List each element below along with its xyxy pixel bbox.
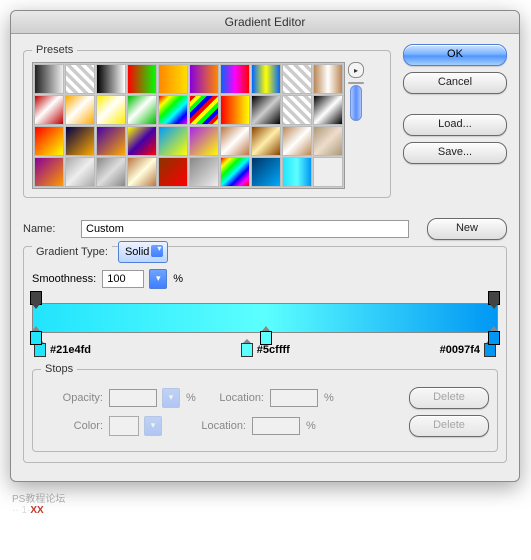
presets-flyout-icon[interactable]: ▸ [348,62,364,78]
opacity-label: Opacity: [41,392,103,404]
preset-swatch[interactable] [96,95,126,125]
opacity-delete-button: Delete [409,387,489,409]
smoothness-dropdown-icon[interactable]: ▾ [149,269,167,289]
presets-grid[interactable] [32,62,345,189]
preset-swatch[interactable] [65,95,95,125]
cancel-button[interactable]: Cancel [403,72,507,94]
stop-hex-middle: #5cffff [257,344,290,356]
preset-swatch[interactable] [96,126,126,156]
preset-swatch[interactable] [127,157,157,187]
name-label: Name: [23,223,75,235]
preset-swatch[interactable] [220,64,250,94]
smoothness-label: Smoothness: [32,273,96,285]
presets-legend: Presets [32,44,77,56]
color-location-input [252,417,300,435]
preset-swatch[interactable] [65,126,95,156]
name-input[interactable] [81,220,409,238]
preset-swatch[interactable] [65,157,95,187]
preset-swatch[interactable] [282,64,312,94]
smoothness-input[interactable] [102,270,144,288]
color-stop[interactable] [260,331,272,345]
preset-swatch[interactable] [127,95,157,125]
opacity-stop[interactable] [30,291,42,305]
opacity-input [109,389,157,407]
preset-swatch[interactable] [313,64,343,94]
preset-swatch[interactable] [189,157,219,187]
title-bar[interactable]: Gradient Editor [11,11,519,34]
preset-swatch[interactable] [96,64,126,94]
opacity-location-input [270,389,318,407]
color-stop[interactable] [488,331,500,345]
preset-swatch[interactable] [34,95,64,125]
preset-swatch[interactable] [282,95,312,125]
preset-swatch[interactable] [251,64,281,94]
opacity-stop[interactable] [488,291,500,305]
stop-swatch-icon [241,343,253,357]
preset-swatch[interactable] [313,157,343,187]
preset-swatch[interactable] [313,95,343,125]
preset-swatch[interactable] [220,157,250,187]
preset-swatch[interactable] [251,157,281,187]
preset-swatch[interactable] [313,126,343,156]
preset-swatch[interactable] [158,157,188,187]
gradient-type-select[interactable]: Solid [118,241,168,263]
gradient-bar[interactable] [32,303,498,333]
stop-hex-right: #0097f4 [440,344,480,356]
stops-group: Stops Opacity: ▾ % Location: % Delete Co… [32,363,498,452]
load-button[interactable]: Load... [403,114,507,136]
preset-swatch[interactable] [158,95,188,125]
watermark-xx: XX [30,505,43,516]
opacity-dropdown-icon: ▾ [162,388,180,408]
new-button[interactable]: New [427,218,507,240]
gradient-type-label: Gradient Type: [32,246,112,258]
preset-swatch[interactable] [282,157,312,187]
gradient-editor-dialog: Gradient Editor Presets [10,10,520,482]
preset-swatch[interactable] [34,157,64,187]
preset-swatch[interactable] [127,126,157,156]
preset-swatch[interactable] [189,95,219,125]
color-dropdown-icon: ▾ [144,416,162,436]
color-swatch [109,416,139,436]
percent-sign: % [306,420,318,432]
preset-swatch[interactable] [251,126,281,156]
preset-swatch[interactable] [189,126,219,156]
scroll-thumb[interactable] [350,85,362,121]
color-stop[interactable] [30,331,42,345]
stop-swatch-icon [34,343,46,357]
percent-sign: % [186,392,198,404]
percent-sign: % [173,273,183,285]
preset-swatch[interactable] [251,95,281,125]
preset-swatch[interactable] [282,126,312,156]
preset-swatch[interactable] [220,126,250,156]
location-label: Location: [186,420,246,432]
color-label: Color: [41,420,103,432]
presets-scrollbar[interactable] [348,82,364,84]
ok-button[interactable]: OK [403,44,507,66]
window-title: Gradient Editor [225,15,306,29]
preset-swatch[interactable] [34,126,64,156]
preset-swatch[interactable] [34,64,64,94]
preset-swatch[interactable] [220,95,250,125]
gradient-type-value: Solid [125,246,149,258]
stop-hex-left: #21e4fd [50,344,91,356]
preset-swatch[interactable] [189,64,219,94]
presets-group: Presets [23,44,391,198]
percent-sign: % [324,392,336,404]
preset-swatch[interactable] [158,64,188,94]
preset-swatch[interactable] [96,157,126,187]
stop-swatch-icon [484,343,496,357]
preset-swatch[interactable] [127,64,157,94]
preset-swatch[interactable] [158,126,188,156]
watermark: PS教程论坛 ·· 1·XX [10,488,521,516]
stops-legend: Stops [41,363,77,375]
color-delete-button: Delete [409,415,489,437]
gradient-type-group: Gradient Type: Solid Smoothness: ▾ % #21 [23,246,507,463]
location-label: Location: [204,392,264,404]
watermark-faded: ·· 1· [12,505,30,516]
watermark-line1: PS教程论坛 [12,490,521,505]
save-button[interactable]: Save... [403,142,507,164]
preset-swatch[interactable] [65,64,95,94]
